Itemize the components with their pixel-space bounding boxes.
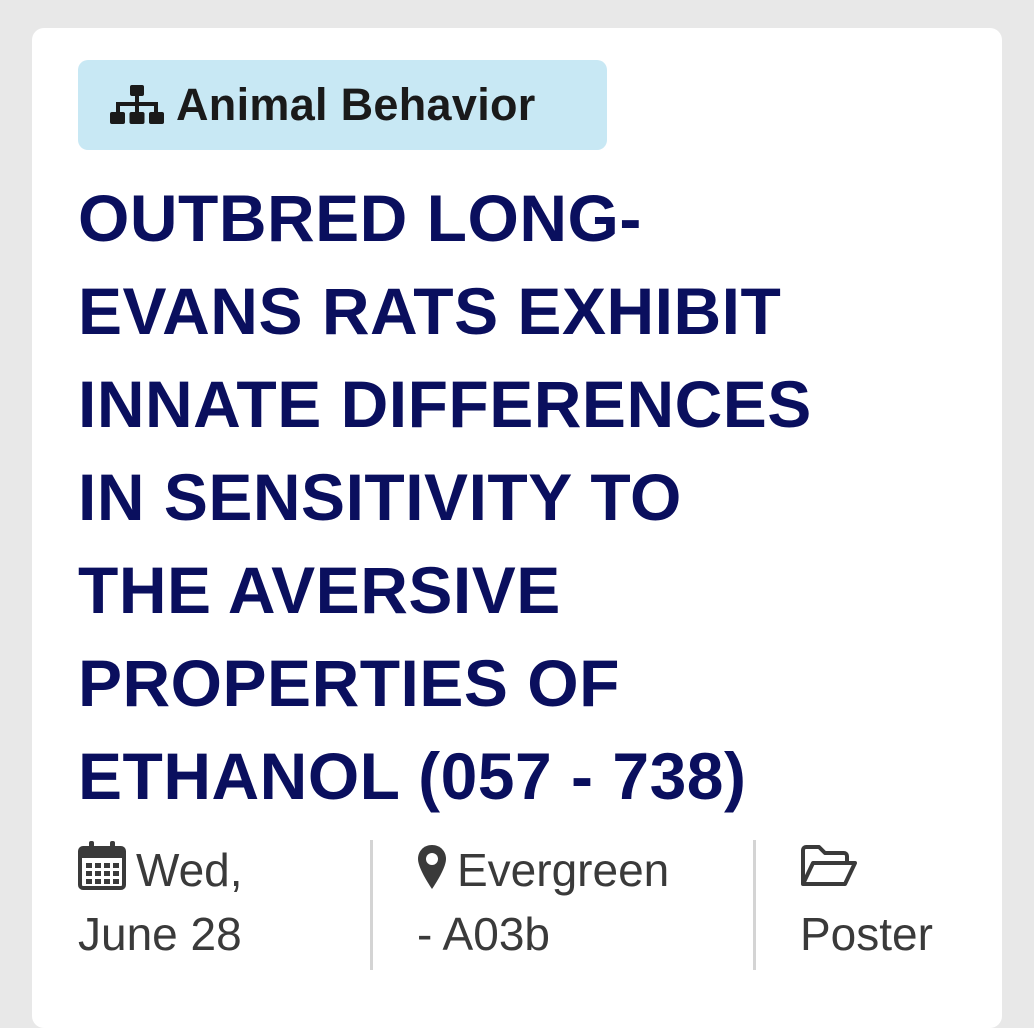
session-type: Poster: [753, 840, 978, 970]
location-board: - A03b: [417, 908, 550, 960]
title-line: ETHANOL (057 - 738): [78, 739, 747, 813]
calendar-icon: [78, 840, 126, 904]
session-location: Evergreen - A03b: [370, 840, 753, 970]
session-card[interactable]: Animal Behavior OUTBRED LONG- EVANS RATS…: [32, 28, 1002, 1028]
folder-open-icon: [800, 844, 858, 904]
type-label: Poster: [800, 908, 933, 960]
date-weekday: Wed,: [136, 844, 243, 896]
map-pin-icon: [417, 844, 447, 904]
category-label: Animal Behavior: [176, 79, 536, 130]
title-line: IN SENSITIVITY TO: [78, 460, 682, 534]
title-line: INNATE DIFFERENCES: [78, 367, 812, 441]
title-line: OUTBRED LONG-: [78, 181, 642, 255]
category-badge[interactable]: Animal Behavior: [78, 60, 607, 150]
session-date: Wed, June 28: [78, 840, 370, 970]
session-title[interactable]: OUTBRED LONG- EVANS RATS EXHIBIT INNATE …: [78, 172, 978, 823]
date-day: June 28: [78, 908, 242, 960]
title-line: EVANS RATS EXHIBIT: [78, 274, 782, 348]
session-meta: Wed, June 28 Evergreen - A03b Poster: [78, 840, 978, 970]
title-line: THE AVERSIVE: [78, 553, 561, 627]
title-line: PROPERTIES OF: [78, 646, 620, 720]
sitemap-icon: [110, 85, 164, 125]
location-room: Evergreen: [457, 844, 670, 896]
